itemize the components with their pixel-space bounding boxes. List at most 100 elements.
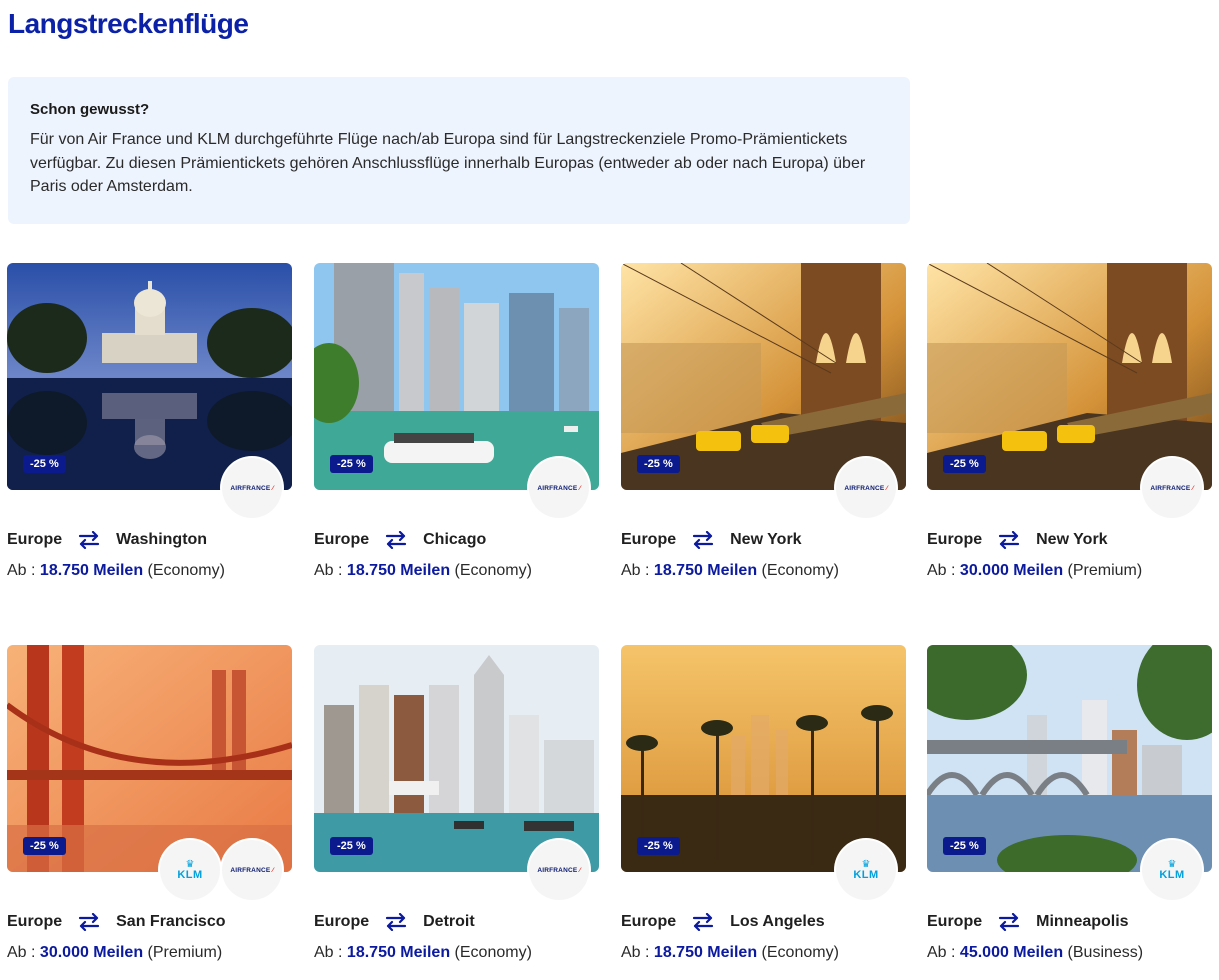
airline-logos: AIRFRANCE ⁄: [836, 458, 896, 518]
route-origin: Europe: [621, 531, 677, 548]
destination-card[interactable]: -25 % ♛ KLM Europe Los Angeles Ab : 18.75…: [621, 645, 906, 961]
price: Ab : 18.750 Meilen (Economy): [621, 562, 839, 580]
route[interactable]: Europe Detroit: [314, 913, 475, 931]
price: Ab : 18.750 Meilen (Economy): [314, 944, 532, 962]
discount-badge: -25 %: [23, 837, 66, 855]
destination-card[interactable]: -25 % AIRFRANCE ⁄ Europe Washington Ab :…: [7, 263, 292, 579]
destination-card[interactable]: -25 % ♛ KLM Europe Minneapolis Ab : 45.00…: [927, 645, 1212, 961]
route-origin: Europe: [314, 913, 370, 930]
price-cabin: (Premium): [147, 944, 223, 961]
price-prefix: Ab :: [927, 944, 956, 961]
route[interactable]: Europe Los Angeles: [621, 913, 825, 931]
price-cabin: (Premium): [1067, 562, 1143, 579]
route[interactable]: Europe New York: [621, 531, 802, 549]
swap-arrows-icon: [999, 913, 1020, 931]
swap-arrows-icon: [693, 913, 714, 931]
destination-image[interactable]: -25 %: [621, 263, 906, 490]
discount-badge: -25 %: [330, 837, 373, 855]
destination-image[interactable]: -25 %: [314, 263, 599, 490]
discount-badge: -25 %: [637, 455, 680, 473]
airline-logos: ♛ KLM: [836, 840, 896, 900]
route-destination: Los Angeles: [730, 913, 825, 930]
airline-logos: AIRFRANCE ⁄: [222, 458, 282, 518]
destination-card[interactable]: -25 % AIRFRANCE ⁄ Europe Chicago Ab : 18…: [314, 263, 599, 579]
destination-card[interactable]: -25 % AIRFRANCE ⁄ Europe New York Ab : 1…: [621, 263, 906, 579]
klm-logo: ♛ KLM: [160, 840, 220, 900]
discount-badge: -25 %: [637, 837, 680, 855]
price-cabin: (Business): [1067, 944, 1144, 961]
price-miles: 18.750 Meilen: [653, 562, 758, 579]
price-cabin: (Economy): [454, 562, 532, 579]
klm-logo: ♛ KLM: [1142, 840, 1202, 900]
route-destination: Minneapolis: [1036, 913, 1129, 930]
price-miles: 45.000 Meilen: [959, 944, 1064, 961]
airfrance-logo: AIRFRANCE ⁄: [529, 840, 589, 900]
destination-card[interactable]: -25 % ♛ KLM AIRFRANCE ⁄ Europe San Francis…: [7, 645, 292, 961]
discount-badge: -25 %: [330, 455, 373, 473]
discount-badge: -25 %: [23, 455, 66, 473]
route[interactable]: Europe Washington: [7, 531, 207, 549]
destination-card[interactable]: -25 % AIRFRANCE ⁄ Europe Detroit Ab : 18…: [314, 645, 599, 961]
klm-logo: ♛ KLM: [836, 840, 896, 900]
price-prefix: Ab :: [314, 562, 343, 579]
swap-arrows-icon: [79, 913, 100, 931]
route-origin: Europe: [7, 531, 63, 548]
price-miles: 30.000 Meilen: [39, 944, 144, 961]
airfrance-logo: AIRFRANCE ⁄: [1142, 458, 1202, 518]
info-text: Für von Air France und KLM durchgeführte…: [30, 131, 866, 195]
route-origin: Europe: [927, 531, 983, 548]
route[interactable]: Europe New York: [927, 531, 1108, 549]
route-destination: New York: [1036, 531, 1108, 548]
route-destination: Detroit: [423, 913, 475, 930]
klm-crown-icon: ♛: [185, 858, 195, 870]
swap-arrows-icon: [386, 913, 407, 931]
info-title: Schon gewusst?: [30, 101, 150, 118]
price: Ab : 18.750 Meilen (Economy): [314, 562, 532, 580]
destination-image[interactable]: -25 %: [7, 645, 292, 872]
route[interactable]: Europe Minneapolis: [927, 913, 1129, 931]
route-destination: New York: [730, 531, 802, 548]
destination-image[interactable]: -25 %: [927, 645, 1212, 872]
swap-arrows-icon: [386, 531, 407, 549]
price-miles: 18.750 Meilen: [39, 562, 144, 579]
price-miles: 18.750 Meilen: [346, 944, 451, 961]
klm-crown-icon: ♛: [861, 858, 871, 870]
destination-image[interactable]: -25 %: [314, 645, 599, 872]
route-destination: San Francisco: [116, 913, 226, 930]
destination-image[interactable]: -25 %: [927, 263, 1212, 490]
swap-arrows-icon: [79, 531, 100, 549]
price-prefix: Ab :: [314, 944, 343, 961]
airfrance-logo: AIRFRANCE ⁄: [836, 458, 896, 518]
destination-card[interactable]: -25 % AIRFRANCE ⁄ Europe New York Ab : 3…: [927, 263, 1212, 579]
discount-badge: -25 %: [943, 837, 986, 855]
page-title: Langstreckenflüge: [8, 8, 249, 39]
airline-logos: AIRFRANCE ⁄: [529, 458, 589, 518]
route[interactable]: Europe San Francisco: [7, 913, 226, 931]
info-box: Schon gewusst? Für von Air France und KL…: [8, 77, 910, 224]
price: Ab : 18.750 Meilen (Economy): [7, 562, 225, 580]
airfrance-logo: AIRFRANCE ⁄: [222, 840, 282, 900]
price: Ab : 30.000 Meilen (Premium): [7, 944, 222, 962]
price-prefix: Ab :: [7, 562, 36, 579]
price-cabin: (Economy): [454, 944, 532, 961]
discount-badge: -25 %: [943, 455, 986, 473]
price-cabin: (Economy): [761, 562, 839, 579]
price-prefix: Ab :: [7, 944, 36, 961]
destination-image[interactable]: -25 %: [7, 263, 292, 490]
route[interactable]: Europe Chicago: [314, 531, 486, 549]
route-origin: Europe: [7, 913, 63, 930]
price-prefix: Ab :: [927, 562, 956, 579]
airfrance-logo: AIRFRANCE ⁄: [222, 458, 282, 518]
price: Ab : 30.000 Meilen (Premium): [927, 562, 1142, 580]
price-cabin: (Economy): [761, 944, 839, 961]
swap-arrows-icon: [999, 531, 1020, 549]
klm-crown-icon: ♛: [1167, 858, 1177, 870]
route-origin: Europe: [621, 913, 677, 930]
price-cabin: (Economy): [147, 562, 225, 579]
route-destination: Washington: [116, 531, 208, 548]
price-prefix: Ab :: [621, 944, 650, 961]
airline-logos: ♛ KLM: [1142, 840, 1202, 900]
airline-logos: ♛ KLM AIRFRANCE ⁄: [160, 840, 282, 900]
destination-image[interactable]: -25 %: [621, 645, 906, 872]
route-destination: Chicago: [423, 531, 487, 548]
